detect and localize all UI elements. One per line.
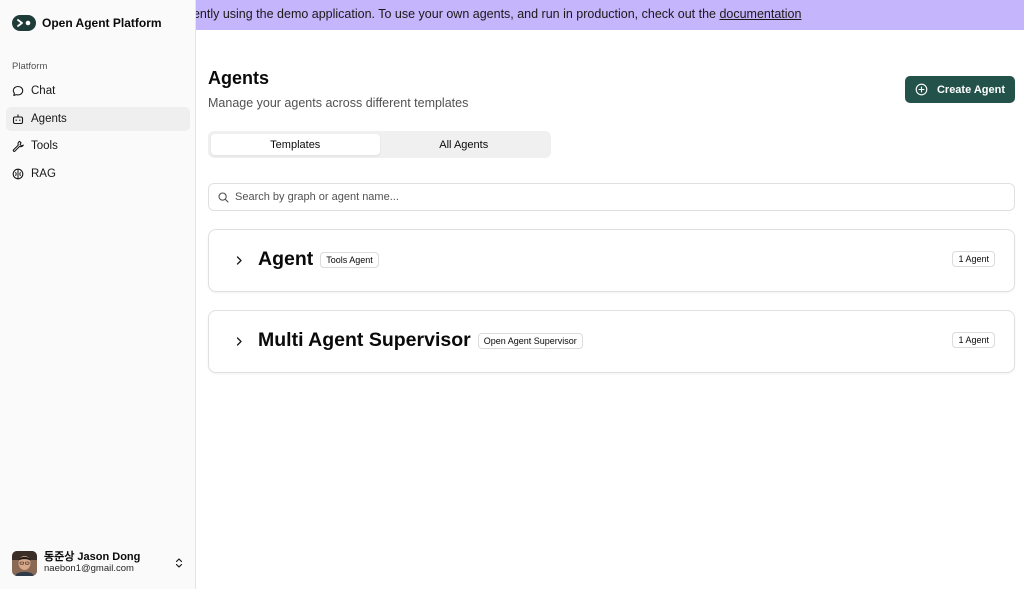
brand-name: Open Agent Platform <box>42 16 162 30</box>
page-title: Agents <box>208 68 270 88</box>
main-content: e currently using the demo application. … <box>196 0 1024 589</box>
sidebar-item-label: Agents <box>31 112 67 125</box>
template-card-multi-agent-supervisor[interactable]: Multi Agent Supervisor Open Agent Superv… <box>208 310 1015 373</box>
brain-icon <box>12 168 24 179</box>
tab-all-agents[interactable]: All Agents <box>380 134 549 155</box>
search-icon <box>218 191 229 203</box>
agent-count-badge: 1 Agent <box>952 251 995 267</box>
user-menu[interactable]: 동준상 Jason Dong naebon1@gmail.com <box>12 549 188 577</box>
plus-circle-icon <box>915 83 928 96</box>
brand-logo-icon <box>12 15 36 31</box>
template-card-header: Multi Agent Supervisor Open Agent Superv… <box>258 329 583 352</box>
sidebar-item-tools[interactable]: Tools <box>6 134 190 158</box>
template-card-header: Agent Tools Agent <box>258 248 379 271</box>
sidebar-item-chat[interactable]: Chat <box>6 79 190 103</box>
agent-count-badge: 1 Agent <box>952 332 995 348</box>
banner-text: e currently using the demo application. … <box>196 7 801 21</box>
template-title: Multi Agent Supervisor <box>258 329 471 351</box>
banner-message: e currently using the demo application. … <box>196 7 720 21</box>
sidebar-nav: Chat Agents Tools RAG <box>6 79 190 189</box>
chevrons-up-down-icon <box>175 558 183 568</box>
wrench-icon <box>12 140 24 152</box>
create-agent-label: Create Agent <box>936 83 1006 96</box>
template-card-agent[interactable]: Agent Tools Agent 1 Agent <box>208 229 1015 292</box>
sidebar: Open Agent Platform Platform Chat Agents <box>0 0 196 589</box>
chat-bubble-icon <box>12 85 24 97</box>
search-input[interactable] <box>235 191 995 203</box>
sidebar-item-rag[interactable]: RAG <box>6 162 190 186</box>
sidebar-item-agents[interactable]: Agents <box>6 106 190 131</box>
template-tag-badge: Tools Agent <box>320 251 379 268</box>
tab-templates[interactable]: Templates <box>211 134 380 155</box>
app-root: Open Agent Platform Platform Chat Agents <box>0 0 1024 589</box>
demo-banner: e currently using the demo application. … <box>196 0 1024 30</box>
sidebar-item-label: Tools <box>31 140 58 152</box>
chevron-right-icon <box>236 256 242 265</box>
avatar <box>12 550 37 576</box>
sidebar-group-label: Platform <box>12 61 48 72</box>
sidebar-item-label: RAG <box>31 167 56 180</box>
user-email: naebon1@gmail.com <box>44 562 134 574</box>
page-subtitle: Manage your agents across different temp… <box>208 96 469 110</box>
template-title: Agent <box>258 248 314 270</box>
brand[interactable]: Open Agent Platform <box>12 15 162 31</box>
chevron-right-icon <box>236 337 242 346</box>
view-tabs: Templates All Agents <box>208 131 551 158</box>
bot-icon <box>12 114 24 124</box>
sidebar-item-label: Chat <box>31 85 56 97</box>
documentation-link[interactable]: documentation <box>719 7 801 21</box>
template-tag-badge: Open Agent Supervisor <box>477 332 583 349</box>
search-box <box>208 183 1015 211</box>
user-name: 동준상 Jason Dong <box>44 551 141 564</box>
create-agent-button[interactable]: Create Agent <box>905 76 1015 103</box>
user-info: 동준상 Jason Dong naebon1@gmail.com <box>44 551 167 575</box>
